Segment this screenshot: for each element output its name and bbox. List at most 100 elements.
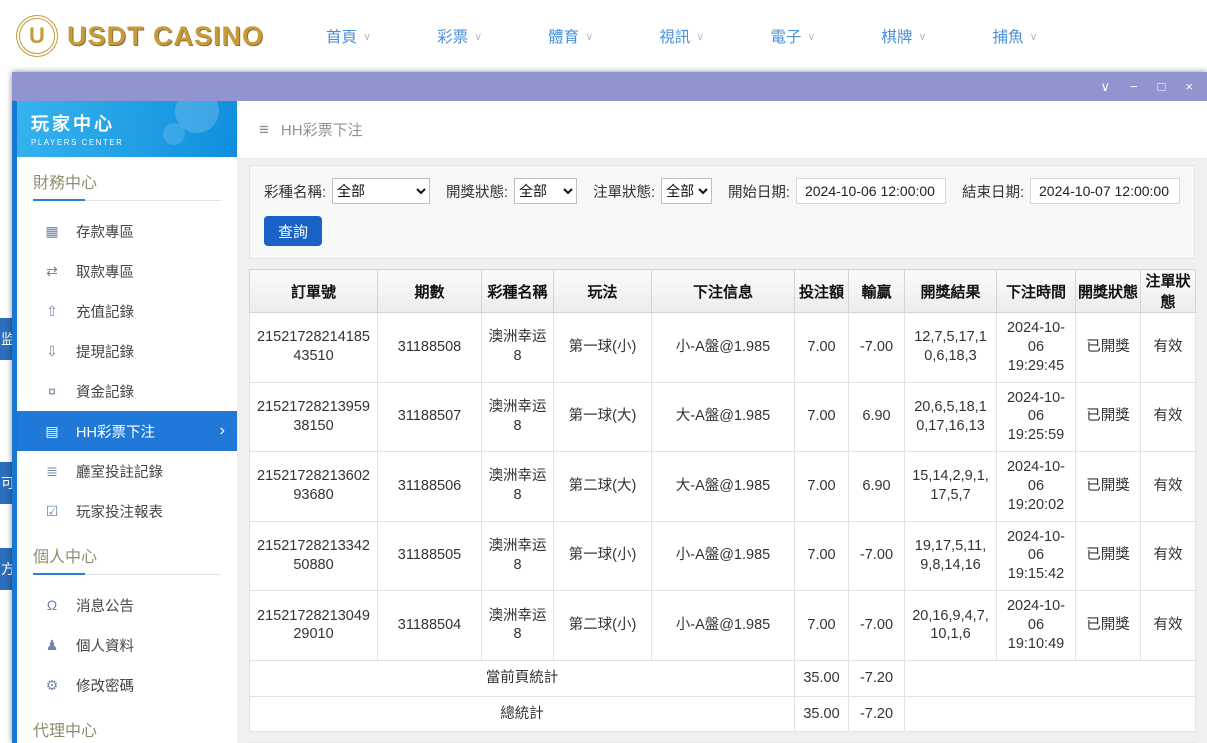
cell-period: 31188505 bbox=[377, 520, 482, 592]
cell-order-no: 2152172821418543510 bbox=[249, 312, 378, 383]
hamburger-menu-icon[interactable]: ≡ bbox=[259, 120, 269, 140]
cell-bet-amount: 7.00 bbox=[794, 381, 849, 453]
col-header-win-loss: 輸贏 bbox=[848, 269, 905, 313]
order-status-label: 注單狀態: bbox=[593, 184, 656, 201]
cell-bet-info: 小-A盤@1.985 bbox=[651, 590, 795, 661]
cell-play-type: 第二球(大) bbox=[553, 451, 652, 522]
cell-win-loss: -7.00 bbox=[848, 312, 905, 383]
nav-label: 捕魚 bbox=[992, 29, 1024, 46]
sidebar-item-announcements[interactable]: Ω 消息公告 bbox=[17, 585, 237, 625]
nav-item-home[interactable]: 首頁 ∨ bbox=[326, 25, 371, 47]
main-content: ≡ HH彩票下注 彩種名稱: 全部 開獎狀態: 全部 注單狀態: 全部 開始日期… bbox=[237, 101, 1207, 743]
chevron-down-icon: ∨ bbox=[1029, 30, 1038, 43]
window-maximize-icon[interactable]: □ bbox=[1158, 80, 1166, 93]
sidebar-item-label: 廳室投註記錄 bbox=[76, 464, 163, 481]
lottery-name-select[interactable]: 全部 bbox=[332, 178, 430, 204]
col-header-bet-time: 下注時間 bbox=[996, 269, 1076, 313]
window-chevron-icon[interactable]: ∨ bbox=[1100, 80, 1110, 93]
col-header-order-no: 訂單號 bbox=[249, 269, 378, 313]
logo-circle-icon: U bbox=[16, 15, 58, 57]
nav-item-sports[interactable]: 體育 ∨ bbox=[548, 25, 593, 47]
window-close-icon[interactable]: × bbox=[1185, 80, 1193, 93]
sidebar-item-deposit[interactable]: ▦ 存款專區 bbox=[17, 211, 237, 251]
nav-label: 視訊 bbox=[659, 29, 691, 46]
col-header-bet-info: 下注信息 bbox=[651, 269, 795, 313]
cell-win-loss: 6.90 bbox=[848, 381, 905, 453]
cell-draw-status: 已開獎 bbox=[1075, 381, 1141, 453]
cell-bet-time: 2024-10-06 19:25:59 bbox=[996, 381, 1076, 453]
top-navigation: U USDT CASINO 首頁 ∨ 彩票 ∨ 體育 ∨ 視訊 ∨ 電子 ∨ 棋牌 ∨ 捕魚… bbox=[0, 0, 1207, 72]
col-header-play-type: 玩法 bbox=[553, 269, 652, 313]
chevron-right-icon: › bbox=[219, 422, 225, 439]
cell-lottery-name: 澳洲幸运8 bbox=[481, 520, 554, 592]
chevron-down-icon: ∨ bbox=[918, 30, 927, 43]
edge-floating-tab[interactable]: 可 bbox=[0, 462, 12, 504]
section-heading-finance: 財務中心 bbox=[33, 169, 221, 201]
nav-item-lottery[interactable]: 彩票 ∨ bbox=[437, 25, 482, 47]
window-titlebar[interactable]: ∨ − □ × bbox=[12, 72, 1207, 101]
cell-draw-status: 已開獎 bbox=[1075, 312, 1141, 383]
deposit-icon: ▦ bbox=[45, 222, 59, 239]
sidebar-item-funds-record[interactable]: ¤ 資金記錄 bbox=[17, 371, 237, 411]
cell-draw-status: 已開獎 bbox=[1075, 590, 1141, 661]
total-summary-label: 總統計 bbox=[249, 695, 795, 733]
total-summary-empty bbox=[904, 695, 1196, 733]
cell-bet-amount: 7.00 bbox=[794, 590, 849, 661]
order-status-select[interactable]: 全部 bbox=[661, 178, 712, 204]
col-header-draw-result: 開獎結果 bbox=[904, 269, 997, 313]
announcement-bell-icon: Ω bbox=[46, 597, 58, 613]
sidebar-item-change-password[interactable]: ⚙ 修改密碼 bbox=[17, 665, 237, 705]
sidebar-item-label: 存款專區 bbox=[76, 224, 134, 241]
sidebar-item-withdraw-area[interactable]: ⇄ 取款專區 bbox=[17, 251, 237, 291]
edge-floating-tab[interactable]: 方 bbox=[0, 548, 12, 590]
table-row: 2152172821334250880 31188505 澳洲幸运8 第一球(小… bbox=[249, 520, 1196, 592]
logo-letter: U bbox=[29, 23, 45, 48]
page-summary-empty bbox=[904, 659, 1196, 697]
start-date-input[interactable] bbox=[795, 178, 946, 204]
withdraw-area-icon: ⇄ bbox=[46, 262, 58, 279]
site-logo[interactable]: U USDT CASINO bbox=[16, 15, 264, 57]
edge-tab-label: 可 bbox=[1, 475, 12, 491]
chevron-down-icon: ∨ bbox=[585, 30, 594, 43]
chevron-down-icon: ∨ bbox=[696, 30, 705, 43]
nav-item-slots[interactable]: 電子 ∨ bbox=[770, 25, 815, 47]
nav-label: 首頁 bbox=[326, 29, 358, 46]
sidebar-item-withdraw-record[interactable]: ⇩ 提現記錄 bbox=[17, 331, 237, 371]
window-minimize-icon[interactable]: − bbox=[1130, 80, 1138, 93]
sidebar-item-label: 玩家投注報表 bbox=[76, 504, 163, 521]
edge-floating-tab[interactable]: 监 bbox=[0, 318, 12, 360]
sidebar-item-label: 消息公告 bbox=[76, 598, 134, 615]
draw-status-select[interactable]: 全部 bbox=[514, 178, 578, 204]
sidebar-item-label: 個人資料 bbox=[76, 638, 134, 655]
sidebar-item-player-report[interactable]: ☑ 玩家投注報表 bbox=[17, 491, 237, 531]
table-row: 2152172821418543510 31188508 澳洲幸运8 第一球(小… bbox=[249, 312, 1196, 383]
cell-bet-time: 2024-10-06 19:20:02 bbox=[996, 451, 1076, 522]
nav-item-live[interactable]: 視訊 ∨ bbox=[659, 25, 704, 47]
end-date-input[interactable] bbox=[1030, 178, 1180, 204]
change-password-gear-icon: ⚙ bbox=[45, 676, 59, 693]
cell-draw-status: 已開獎 bbox=[1075, 451, 1141, 522]
nav-item-fishing[interactable]: 捕魚 ∨ bbox=[992, 25, 1037, 47]
sidebar-item-profile[interactable]: ♟ 個人資料 bbox=[17, 625, 237, 665]
funds-record-icon: ¤ bbox=[48, 383, 56, 399]
sidebar-item-recharge-record[interactable]: ⇧ 充值記錄 bbox=[17, 291, 237, 331]
total-summary-bet-amount: 35.00 bbox=[794, 695, 849, 733]
sidebar-item-room-bet-record[interactable]: ≣ 廳室投註記錄 bbox=[17, 451, 237, 491]
table-row: 2152172821395938150 31188507 澳洲幸运8 第一球(大… bbox=[249, 381, 1196, 453]
sidebar-item-label: 提現記錄 bbox=[76, 344, 134, 361]
sidebar-item-label: HH彩票下注 bbox=[76, 424, 155, 441]
search-button[interactable]: 查詢 bbox=[264, 216, 322, 246]
sidebar-item-hh-lottery-bet[interactable]: ▤ HH彩票下注 › bbox=[17, 411, 237, 451]
cell-order-no: 2152172821304929010 bbox=[249, 590, 378, 661]
page-summary-row: 當前頁統計 35.00 -7.20 bbox=[249, 659, 1196, 697]
page-summary-bet-amount: 35.00 bbox=[794, 659, 849, 697]
sidebar-item-label: 修改密碼 bbox=[76, 678, 134, 695]
player-center-window: ∨ − □ × 玩家中心 PLAYERS CENTER 財務中心 ▦ 存款專區 ⇄… bbox=[12, 72, 1207, 743]
nav-item-cards[interactable]: 棋牌 ∨ bbox=[881, 25, 926, 47]
cell-order-no: 2152172821360293680 bbox=[249, 451, 378, 522]
sidebar-header: 玩家中心 PLAYERS CENTER bbox=[17, 101, 237, 157]
breadcrumb: ≡ HH彩票下注 bbox=[237, 101, 1207, 159]
lottery-bet-icon: ▤ bbox=[45, 422, 59, 439]
logo-text: USDT CASINO bbox=[67, 20, 265, 51]
cell-bet-info: 大-A盤@1.985 bbox=[651, 451, 795, 522]
